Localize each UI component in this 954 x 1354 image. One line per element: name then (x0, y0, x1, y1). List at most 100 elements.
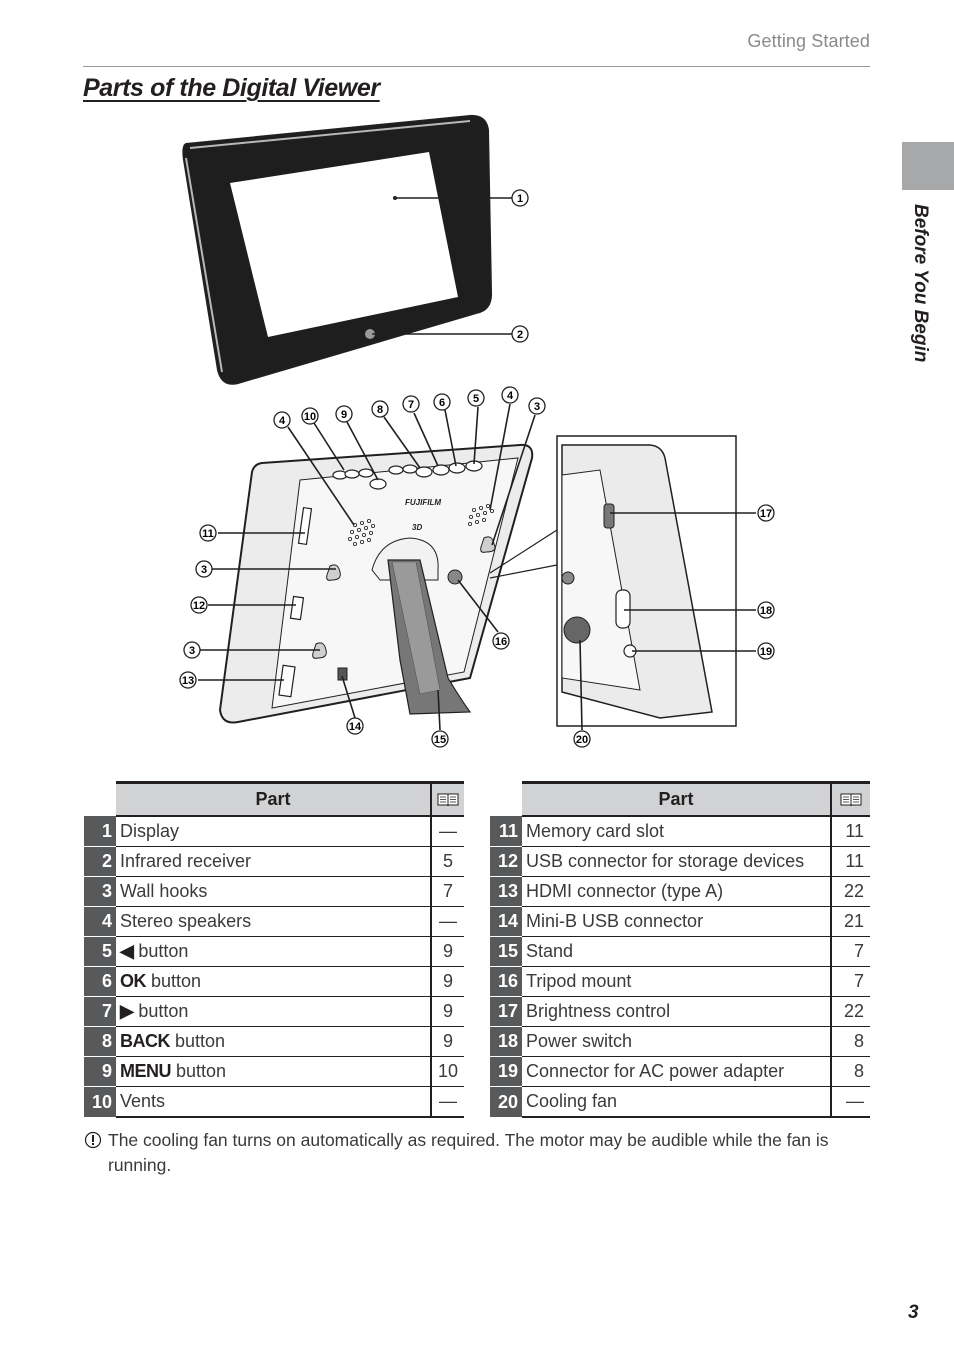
table-row: 3 Wall hooks 7 (84, 876, 464, 907)
page-reference: — (430, 1086, 464, 1118)
section-label: Getting Started (747, 31, 870, 51)
svg-text:11: 11 (202, 528, 214, 540)
cooling-fan (563, 616, 591, 644)
svg-text:3: 3 (189, 645, 195, 657)
viewer-diagram: FUJIFILM 3D 1 2 4 10 9 8 7 6 5 4 3 11 3 … (179, 114, 775, 748)
callout-7: 7 (402, 395, 420, 413)
part-name: Stereo speakers (116, 906, 431, 937)
parts-table-left: Part 1 Display —2 Infrared receiver 5 3 Wall h… (84, 781, 464, 1118)
table-row: 13 HDMI connector (type A) 22 (490, 876, 870, 907)
page-reference: — (430, 816, 464, 847)
row-number: 10 (84, 1086, 116, 1117)
table-row: 8 BACK button 9 (84, 1026, 464, 1057)
note-text: The cooling fan turns on automatically a… (108, 1130, 829, 1175)
page-reference: 8 (830, 1026, 870, 1057)
page-reference: 5 (430, 846, 464, 877)
row-number: 11 (490, 816, 522, 847)
parts-table-right: Part 11 Memory card slot 11 12 USB connector… (490, 781, 870, 1118)
table-header-row: Part (490, 781, 870, 817)
table-row: 14 Mini-B USB connector 21 (490, 906, 870, 937)
button-key-label: ◀ (120, 941, 134, 961)
row-number: 7 (84, 996, 116, 1027)
page-reference: 21 (830, 906, 870, 937)
callout-15: 15 (431, 730, 449, 748)
page-reference: 22 (830, 876, 870, 907)
model-logo: 3D (412, 523, 422, 532)
part-name: Vents (116, 1086, 431, 1118)
table-row: 16 Tripod mount 7 (490, 966, 870, 997)
part-name: Stand (522, 936, 831, 967)
page-reference: — (830, 1086, 870, 1118)
table-row: 2 Infrared receiver 5 (84, 846, 464, 877)
header-divider (83, 66, 870, 67)
power-switch (615, 589, 631, 629)
button-key-label: OK (120, 971, 147, 991)
row-number: 12 (490, 846, 522, 877)
svg-text:15: 15 (434, 734, 446, 746)
svg-text:3: 3 (534, 401, 540, 413)
part-name: Cooling fan (522, 1086, 831, 1118)
part-name: Mini-B USB connector (522, 906, 831, 937)
header-page (430, 781, 464, 817)
header-page (830, 781, 870, 817)
svg-text:17: 17 (760, 508, 772, 520)
header-blank (84, 782, 116, 816)
table-row: 20 Cooling fan — (490, 1086, 870, 1118)
callout-19: 19 (757, 642, 775, 660)
table-row: 11 Memory card slot 11 (490, 816, 870, 847)
row-number: 9 (84, 1056, 116, 1087)
callout-13: 13 (179, 671, 197, 689)
svg-text:16: 16 (495, 636, 507, 648)
svg-text:18: 18 (760, 605, 772, 617)
part-name: Wall hooks (116, 876, 431, 907)
row-number: 2 (84, 846, 116, 877)
row-number: 6 (84, 966, 116, 997)
header-blank (490, 782, 522, 816)
table-row: 1 Display — (84, 816, 464, 847)
part-name: Tripod mount (522, 966, 831, 997)
part-text: button (133, 1001, 189, 1021)
svg-text:5: 5 (473, 393, 479, 405)
table-row: 7 ▶ button 9 (84, 996, 464, 1027)
table-row: 18 Power switch 8 (490, 1026, 870, 1057)
page-reference: 7 (830, 936, 870, 967)
part-name: Connector for AC power adapter (522, 1056, 831, 1087)
row-number: 16 (490, 966, 522, 997)
part-text: button (133, 941, 189, 961)
page-reference: 7 (830, 966, 870, 997)
part-name: Infrared receiver (116, 846, 431, 877)
button-key-label: ▶ (120, 1001, 134, 1021)
row-number: 13 (490, 876, 522, 907)
callout-9: 9 (335, 405, 353, 423)
callout-17: 17 (757, 504, 775, 522)
part-text: button (170, 1031, 226, 1051)
part-name: OK button (116, 966, 431, 997)
row-number: 4 (84, 906, 116, 937)
part-text: button (146, 971, 202, 991)
part-name: ▶ button (116, 996, 431, 1027)
table-row: 12 USB connector for storage devices 11 (490, 846, 870, 877)
svg-text:9: 9 (341, 409, 347, 421)
svg-text:7: 7 (408, 399, 414, 411)
page-reference: 9 (430, 966, 464, 997)
part-name: Display (116, 816, 431, 847)
part-name: HDMI connector (type A) (522, 876, 831, 907)
svg-text:19: 19 (760, 646, 772, 658)
callout-8: 8 (371, 400, 389, 418)
svg-text:4: 4 (279, 415, 286, 427)
table-row: 5 ◀ button 9 (84, 936, 464, 967)
caution-icon (84, 1131, 102, 1149)
part-name: ◀ button (116, 936, 431, 967)
callout-4: 4 (501, 386, 519, 404)
page-reference: 9 (430, 1026, 464, 1057)
page-title: Parts of the Digital Viewer (83, 74, 380, 102)
callout-12: 12 (190, 596, 208, 614)
front-view (182, 114, 512, 385)
button-key-label: MENU (120, 1061, 172, 1081)
page-reference: 22 (830, 996, 870, 1027)
table-row: 15 Stand 7 (490, 936, 870, 967)
page-reference: 11 (830, 816, 870, 847)
row-number: 14 (490, 906, 522, 937)
part-name: Memory card slot (522, 816, 831, 847)
button-key-label: BACK (120, 1031, 171, 1051)
